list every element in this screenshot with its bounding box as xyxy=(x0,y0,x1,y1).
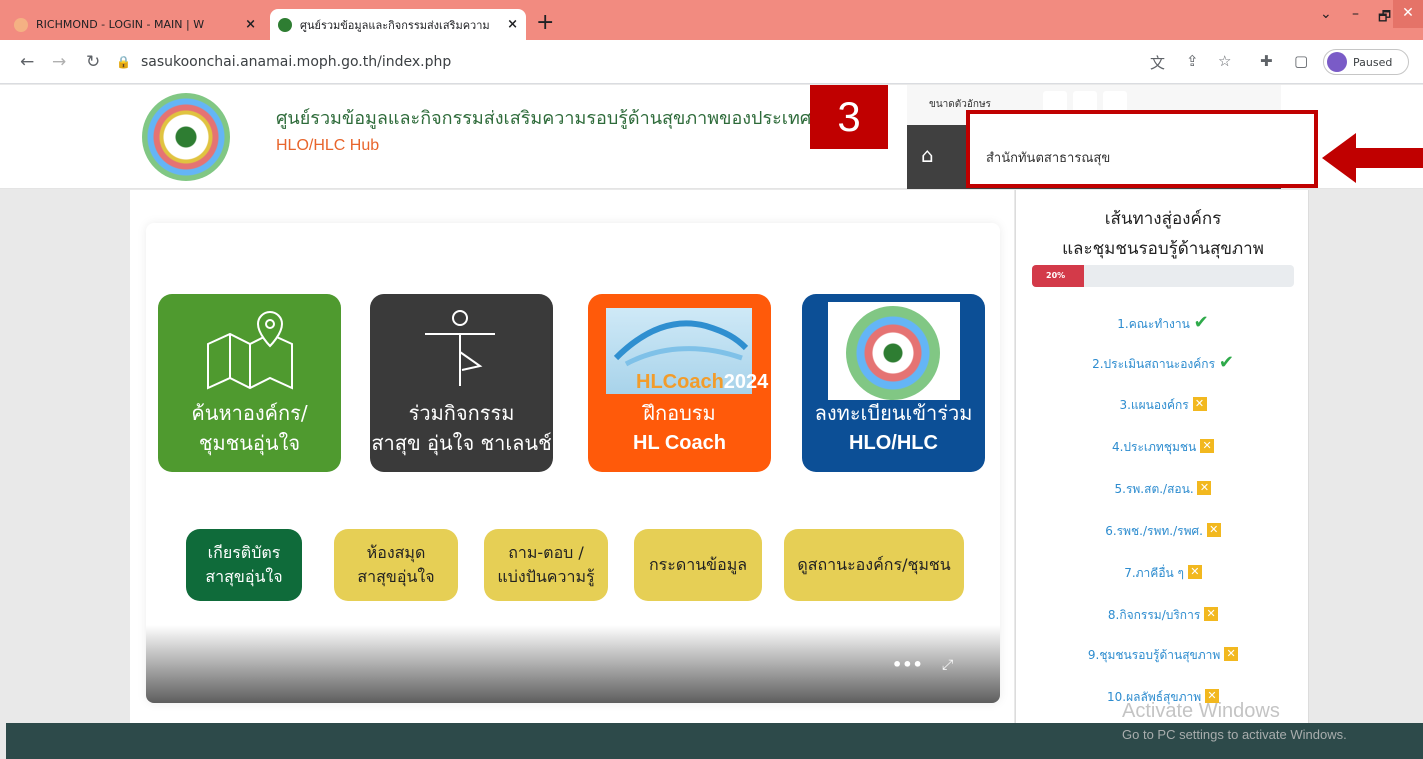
hl-coach-image: HLCoach2024 xyxy=(606,308,768,394)
close-tab-icon[interactable]: × xyxy=(507,17,518,32)
web-page: ศูนย์รวมข้อมูลและกิจกรรมส่งเสริมความรอบร… xyxy=(0,85,1423,759)
check-icon: ✔ xyxy=(1218,352,1234,373)
forward-icon[interactable]: → xyxy=(52,52,66,72)
close-tab-icon[interactable]: × xyxy=(245,17,256,32)
pill-line1: เกียรติบัตร xyxy=(207,543,281,562)
pill-line1: กระดานข้อมูล xyxy=(648,555,748,574)
data-board-button[interactable]: กระดานข้อมูล xyxy=(634,529,762,601)
tile-label-line2: HLO/HLC xyxy=(849,432,938,454)
qa-share-button[interactable]: ถาม-ตอบ / แบ่งปันความรู้ xyxy=(484,529,608,601)
avatar xyxy=(1327,52,1347,72)
map-pin-icon xyxy=(207,310,293,390)
tile-label-line2: สาสุข อุ่นใจ ชาเลนช์ xyxy=(371,431,552,455)
tile-label-line2: ชุมชนอุ่นใจ xyxy=(198,431,301,455)
pill-line2: สาสุขอุ่นใจ xyxy=(357,567,435,586)
side-panel-icon[interactable]: ▢ xyxy=(1294,52,1308,70)
favicon-icon xyxy=(278,17,292,32)
step-item[interactable]: 1.คณะทำงาน ✔ xyxy=(1016,312,1310,334)
step-item[interactable]: 2.ประเมินสถานะองค์กร ✔ xyxy=(1016,352,1310,374)
tile-label-line1: ค้นหาองค์กร/ xyxy=(191,401,308,425)
url-text: sasukoonchai.anamai.moph.go.th/index.php xyxy=(140,54,452,70)
close-window-button[interactable]: ✕ xyxy=(1393,0,1423,28)
fullscreen-icon[interactable]: ⤢ xyxy=(942,657,953,673)
bookmark-star-icon[interactable]: ☆ xyxy=(1218,52,1231,70)
progress-bar: 20% xyxy=(1032,265,1294,287)
register-logo-image xyxy=(828,302,960,400)
incomplete-icon: ✕ xyxy=(1224,647,1239,661)
dropdown-item-dental-public-health[interactable]: สำนักทันตสาธารณสุข xyxy=(986,147,1110,168)
org-status-button[interactable]: ดูสถานะองค์กร/ชุมชน xyxy=(784,529,964,601)
sidebar-title: เส้นทางสู่องค์กร และชุมชนรอบรู้ด้านสุขภา… xyxy=(1062,209,1264,259)
share-icon[interactable]: ⇪ xyxy=(1186,52,1199,70)
site-title: ศูนย์รวมข้อมูลและกิจกรรมส่งเสริมความรอบร… xyxy=(276,108,843,129)
join-activity-tile[interactable]: ร่วมกิจกรรม สาสุข อุ่นใจ ชาเลนช์ xyxy=(370,294,553,472)
url-input[interactable]: 🔒 sasukoonchai.anamai.moph.go.th/index.p… xyxy=(116,48,1036,76)
carousel-footer xyxy=(146,625,1000,703)
step-number-badge: 3 xyxy=(810,85,888,149)
step-item[interactable]: 4.ประเภทชุมชน ✕ xyxy=(1016,438,1310,457)
step-item[interactable]: 6.รพช./รพท./รพศ. ✕ xyxy=(1016,522,1310,541)
tile-label-line1: ฝึกอบรม xyxy=(643,401,716,425)
incomplete-icon: ✕ xyxy=(1192,397,1207,411)
tab-richmond[interactable]: RICHMOND - LOGIN - MAIN | W × xyxy=(6,9,264,40)
hl-coach-logo: HLCoach2024 xyxy=(636,371,769,393)
tab-title: ศูนย์รวมข้อมูลและกิจกรรมส่งเสริมความ xyxy=(300,18,490,32)
register-tile[interactable]: ลงทะเบียนเข้าร่วม HLO/HLC xyxy=(802,294,985,472)
check-icon: ✔ xyxy=(1193,312,1209,333)
activate-windows-subtitle: Go to PC settings to activate Windows. xyxy=(1122,727,1347,742)
site-logo[interactable] xyxy=(142,93,230,181)
step-item[interactable]: 3.แผนองค์กร ✕ xyxy=(1016,396,1310,415)
search-org-tile[interactable]: ค้นหาองค์กร/ ชุมชนอุ่นใจ xyxy=(158,294,341,472)
address-bar: ← → ↻ 🔒 sasukoonchai.anamai.moph.go.th/i… xyxy=(0,40,1423,84)
translate-icon[interactable]: 文 xyxy=(1150,52,1165,73)
step-item[interactable]: 9.ชุมชนรอบรู้ด้านสุขภาพ ✕ xyxy=(1016,646,1310,665)
minimize-button[interactable]: – xyxy=(1352,6,1359,22)
back-icon[interactable]: ← xyxy=(20,52,34,72)
handshake-icon xyxy=(613,320,749,367)
reload-icon[interactable]: ↻ xyxy=(86,52,100,72)
annotation-arrow-icon xyxy=(1322,133,1423,183)
tab-title: RICHMOND - LOGIN - MAIN | W xyxy=(36,18,205,31)
lock-icon[interactable]: 🔒 xyxy=(116,55,131,69)
more-options-icon[interactable]: ••• xyxy=(892,655,923,674)
progress-sidebar: เส้นทางสู่องค์กร และชุมชนรอบรู้ด้านสุขภา… xyxy=(1015,190,1309,725)
hl-coach-training-tile[interactable]: HLCoach2024 ฝึกอบรม HL Coach xyxy=(588,294,771,472)
certificate-button[interactable]: เกียรติบัตร สาสุขอุ่นใจ xyxy=(186,529,302,601)
activate-windows-title: Activate Windows xyxy=(1122,700,1280,722)
incomplete-icon: ✕ xyxy=(1187,565,1202,579)
yoga-person-icon xyxy=(425,310,495,386)
tab-search-icon[interactable]: ⌄ xyxy=(1320,6,1332,22)
step-item[interactable]: 8.กิจกรรม/บริการ ✕ xyxy=(1016,606,1310,625)
site-subtitle: HLO/HLC Hub xyxy=(276,137,380,154)
home-icon[interactable]: ⌂ xyxy=(921,143,934,167)
new-tab-button[interactable]: + xyxy=(536,10,554,35)
restore-button[interactable]: 🗗 xyxy=(1378,6,1391,30)
pill-line1: ดูสถานะองค์กร/ชุมชน xyxy=(797,555,951,574)
profile-button[interactable]: Paused xyxy=(1323,49,1409,75)
browser-tab-bar: RICHMOND - LOGIN - MAIN | W × ศูนย์รวมข้… xyxy=(0,0,1423,40)
tile-label-line1: ร่วมกิจกรรม xyxy=(408,401,515,425)
pill-line1: ห้องสมุด xyxy=(366,543,426,562)
progress-fill: 20% xyxy=(1032,265,1085,287)
tile-label-line1: ลงทะเบียนเข้าร่วม xyxy=(814,401,973,425)
incomplete-icon: ✕ xyxy=(1200,439,1215,453)
incomplete-icon: ✕ xyxy=(1197,481,1212,495)
pill-line1: ถาม-ตอบ / xyxy=(508,543,584,562)
step-item[interactable]: 5.รพ.สต./สอน. ✕ xyxy=(1016,480,1310,499)
step-item[interactable]: 7.ภาคีอื่น ๆ ✕ xyxy=(1016,564,1310,583)
pill-line2: สาสุขอุ่นใจ xyxy=(205,567,283,586)
extensions-icon[interactable]: ✚ xyxy=(1260,52,1273,70)
library-button[interactable]: ห้องสมุด สาสุขอุ่นใจ xyxy=(334,529,458,601)
department-dropdown[interactable]: สำนักทันตสาธารณสุข xyxy=(966,110,1318,188)
tab-sasukoonchai[interactable]: ศูนย์รวมข้อมูลและกิจกรรมส่งเสริมความ × xyxy=(270,9,526,40)
incomplete-icon: ✕ xyxy=(1206,523,1221,537)
incomplete-icon: ✕ xyxy=(1204,607,1219,621)
tile-label-line2: HL Coach xyxy=(633,432,726,454)
favicon-icon xyxy=(14,17,28,32)
profile-status: Paused xyxy=(1353,55,1393,69)
pill-line2: แบ่งปันความรู้ xyxy=(497,567,595,586)
